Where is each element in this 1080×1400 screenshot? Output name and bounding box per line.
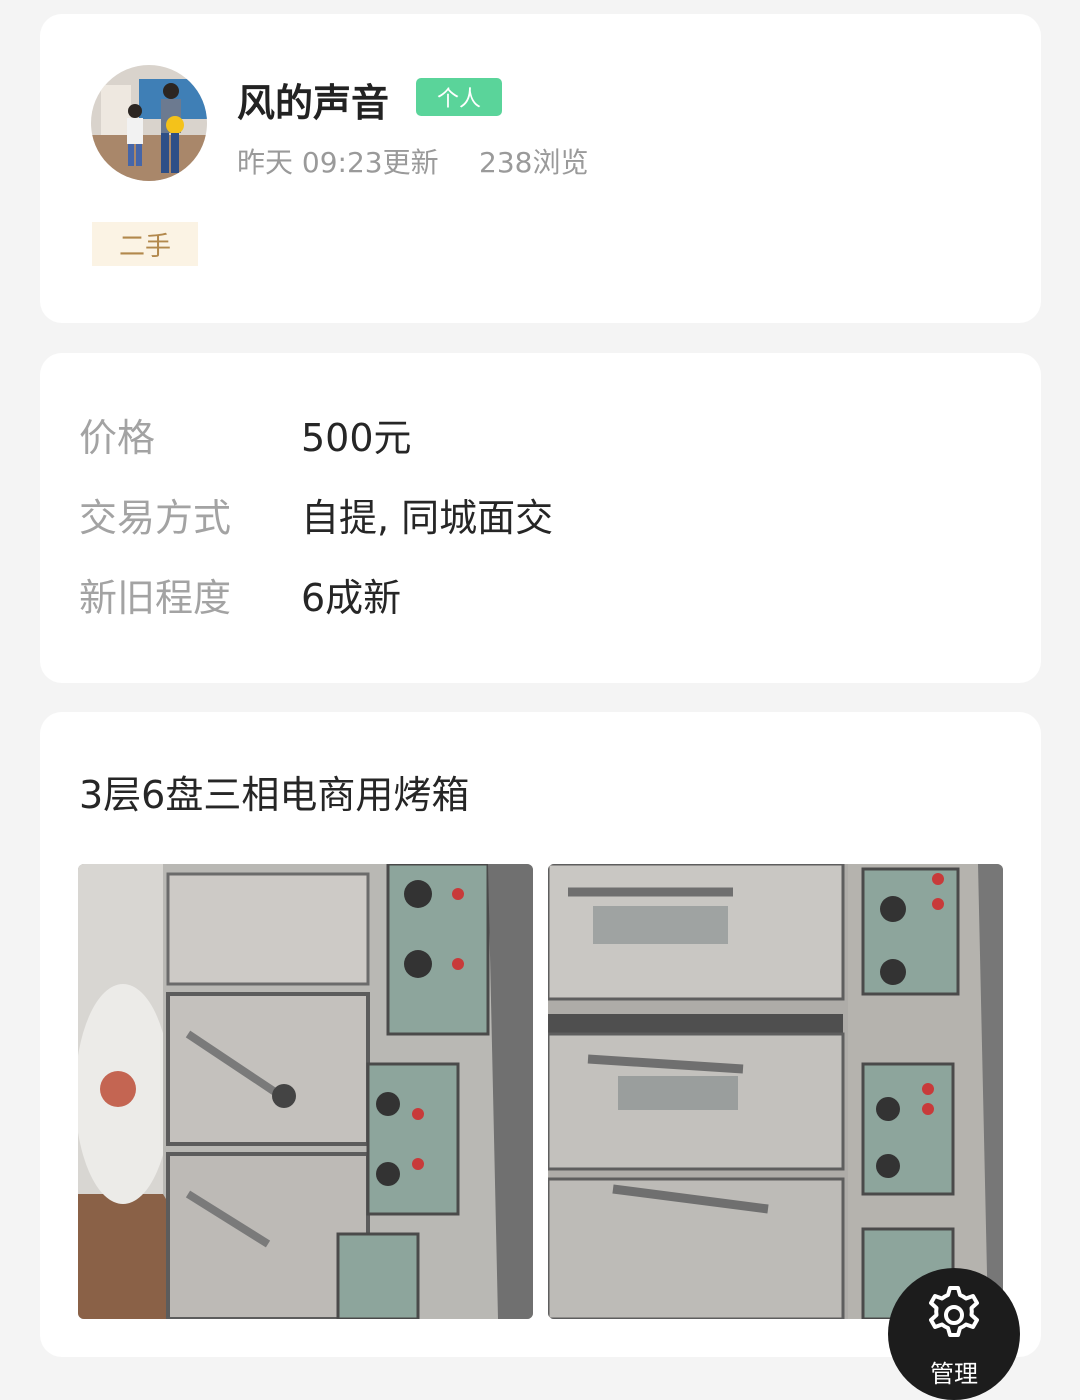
oven-photo-1 [78, 864, 533, 1319]
manage-button[interactable]: 管理 [888, 1268, 1020, 1400]
personal-badge: 个人 [416, 78, 502, 116]
trade-method-label: 交易方式 [79, 496, 232, 540]
update-time: 昨天 09:23更新 [237, 146, 439, 179]
listing-title: 3层6盘三相电商用烤箱 [79, 773, 470, 817]
view-count: 238浏览 [479, 146, 589, 179]
details-card: 价格 500元 交易方式 自提, 同城面交 新旧程度 6成新 [40, 353, 1041, 683]
listing-photo[interactable] [548, 864, 1003, 1319]
listing-card: 3层6盘三相电商用烤箱 [40, 712, 1041, 1357]
avatar-image [91, 65, 207, 181]
user-name: 风的声音 [237, 81, 390, 125]
price-label: 价格 [79, 416, 156, 460]
avatar[interactable] [91, 65, 207, 181]
user-card: 风的声音 个人 昨天 09:23更新 238浏览 二手 [40, 14, 1041, 323]
manage-label: 管理 [930, 1360, 978, 1388]
gear-icon [923, 1284, 985, 1350]
condition-value: 6成新 [301, 576, 402, 620]
listing-photo[interactable] [78, 864, 533, 1319]
trade-method-value: 自提, 同城面交 [301, 496, 554, 540]
price-value: 500元 [301, 416, 412, 460]
condition-tag: 二手 [92, 222, 198, 266]
oven-photo-2 [548, 864, 1003, 1319]
condition-label: 新旧程度 [79, 576, 232, 620]
